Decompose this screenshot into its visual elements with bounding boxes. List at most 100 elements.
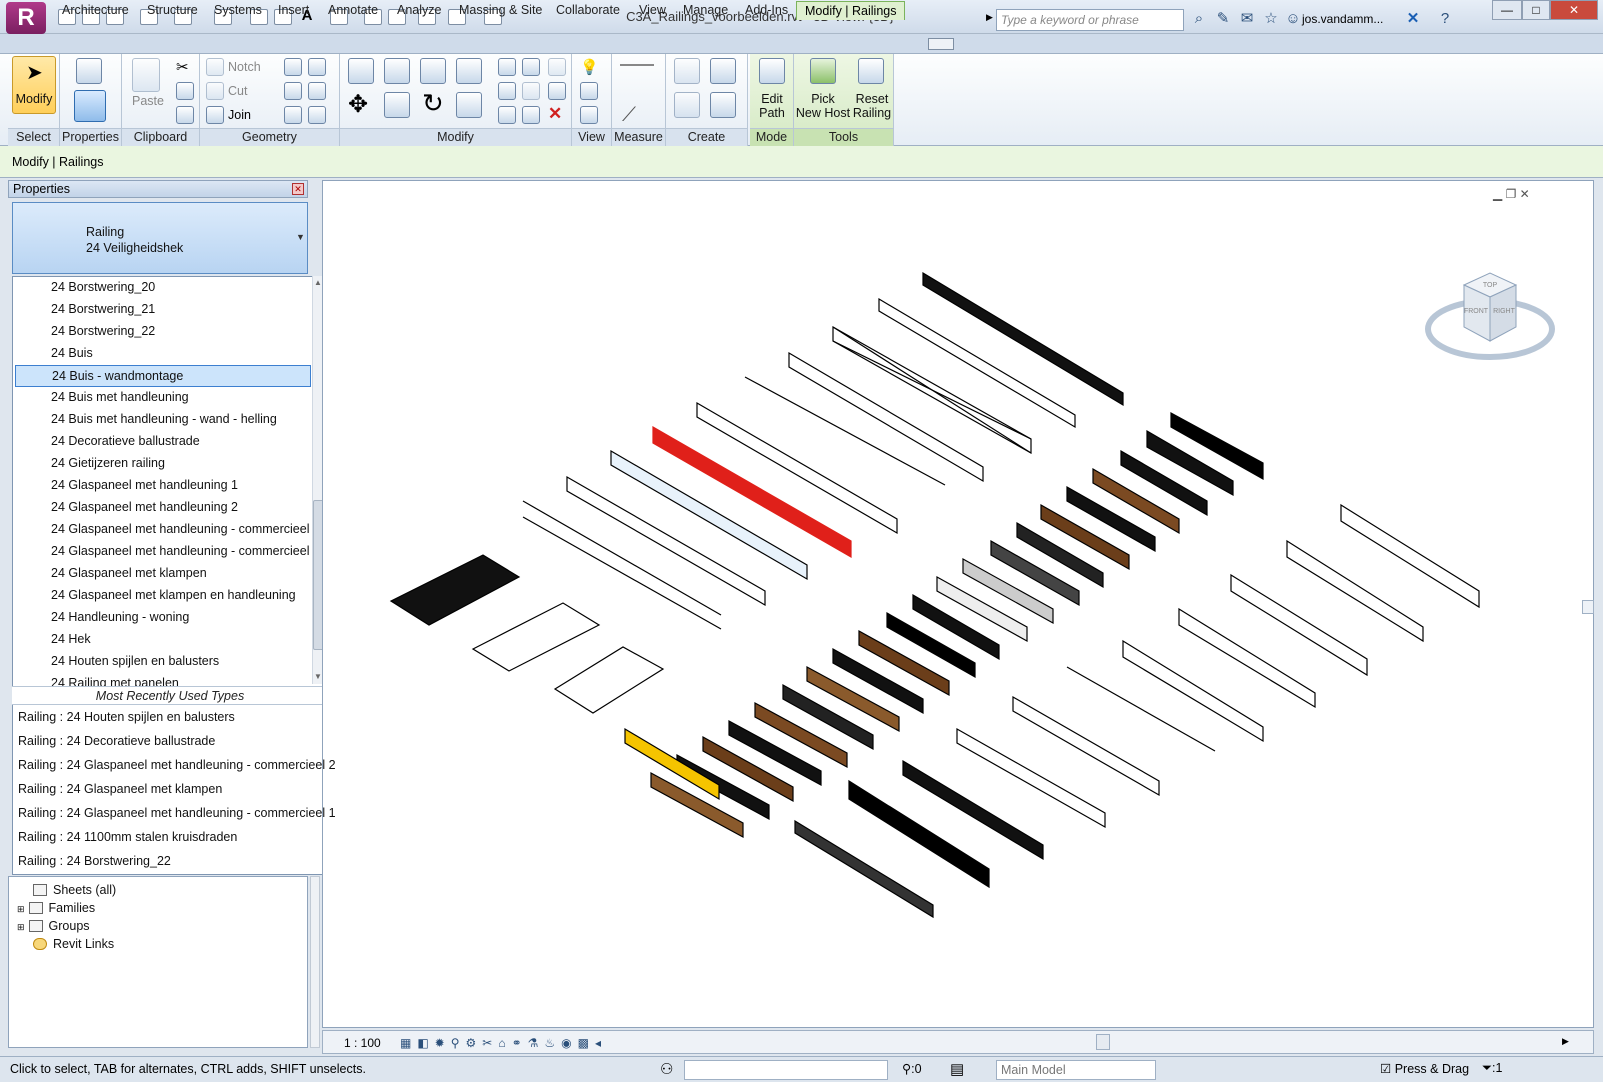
create-similar-icon[interactable] <box>710 92 736 118</box>
type-list-item[interactable]: 24 Glaspaneel met handleuning - commerci… <box>13 519 320 541</box>
properties-palette-icon[interactable] <box>74 90 106 122</box>
beam-joins-icon[interactable] <box>284 106 302 124</box>
type-list-item[interactable]: 24 Hek <box>13 629 313 651</box>
expand-search-icon[interactable]: ▶ <box>986 12 993 23</box>
communication-icon[interactable]: ✉ <box>1238 10 1256 28</box>
tab-manage[interactable]: Manage <box>675 1 736 20</box>
cut-clipboard-icon[interactable]: ✂ <box>176 58 189 76</box>
type-list-item[interactable]: 24 Gietijzeren railing <box>13 453 313 475</box>
align-icon[interactable] <box>348 58 374 84</box>
maximize-button[interactable]: □ <box>1522 0 1550 20</box>
type-list-item[interactable]: 24 Glaspaneel met handleuning 1 <box>13 475 313 497</box>
type-list-item[interactable]: 24 Buis <box>13 343 313 365</box>
scroll-up-icon[interactable]: ▲ <box>314 278 322 287</box>
mirror-draw-icon[interactable] <box>456 58 482 84</box>
tab-modify-railings[interactable]: Modify | Railings <box>796 1 906 20</box>
type-list-item[interactable]: 24 Buis met handleuning <box>13 387 313 409</box>
type-list-item[interactable]: 24 Borstwering_22 <box>13 321 313 343</box>
measure-between-icon[interactable] <box>620 64 654 66</box>
tab-collaborate[interactable]: Collaborate <box>548 1 628 20</box>
move-icon[interactable]: ✥ <box>348 90 368 119</box>
view-scale[interactable]: 1 : 100 <box>344 1036 381 1050</box>
railings-model-view[interactable] <box>323 181 1595 1029</box>
expand-icon[interactable]: ⊞ <box>17 904 25 914</box>
browser-item-sheets[interactable]: Sheets (all) <box>33 883 116 897</box>
tab-massing-site[interactable]: Massing & Site <box>451 1 550 20</box>
tab-insert[interactable]: Insert <box>270 1 317 20</box>
viewport-vscroll[interactable] <box>1582 600 1594 614</box>
override-graphics-icon[interactable] <box>580 82 598 100</box>
favorites-icon[interactable]: ☆ <box>1262 10 1280 28</box>
3d-viewport[interactable]: ▁ ❐ ✕ <box>322 180 1594 1028</box>
match-properties-icon[interactable] <box>176 106 194 124</box>
type-list-item[interactable]: 24 Buis met handleuning - wand - helling <box>13 409 313 431</box>
type-list-item[interactable]: 24 Glaspaneel met handleuning 2 <box>13 497 313 519</box>
pick-new-host-icon[interactable] <box>810 58 836 84</box>
tab-analyze[interactable]: Analyze <box>389 1 449 20</box>
tab-annotate[interactable]: Annotate <box>320 1 386 20</box>
binoculars-icon[interactable]: ⌕ <box>1190 10 1208 28</box>
tab-systems[interactable]: Systems <box>206 1 270 20</box>
type-list-item[interactable]: 24 Buis - wandmontage <box>15 365 311 387</box>
press-drag-toggle[interactable]: ☑ Press & Drag <box>1380 1061 1469 1076</box>
user-name[interactable]: jos.vandamm... <box>1302 12 1383 26</box>
scroll-down-icon[interactable]: ▼ <box>314 672 322 681</box>
scroll-right-icon[interactable]: ▶ <box>1562 1036 1569 1047</box>
ribbon-minimize-icon[interactable] <box>928 38 954 50</box>
wall-joins-icon[interactable] <box>284 82 302 100</box>
search-input[interactable]: Type a keyword or phrase <box>996 9 1184 31</box>
mirror-axis-icon[interactable] <box>420 58 446 84</box>
create-group-icon[interactable] <box>674 92 700 118</box>
close-button[interactable]: ✕ <box>1550 0 1598 20</box>
demolish-icon[interactable] <box>308 82 326 100</box>
minimize-button[interactable]: — <box>1492 0 1522 20</box>
notch-icon[interactable] <box>206 58 224 76</box>
mru-item[interactable]: Railing : 24 Glaspaneel met klampen <box>18 782 222 796</box>
split-icon[interactable] <box>498 58 516 76</box>
cut-geometry-icon[interactable] <box>206 82 224 100</box>
mru-item[interactable]: Railing : 24 Glaspaneel met handleuning … <box>18 806 336 820</box>
type-list-item[interactable]: 24 Borstwering_21 <box>13 299 313 321</box>
browser-item-families[interactable]: ⊞ Families <box>17 901 95 915</box>
worksets-icon[interactable]: ⚇ <box>660 1060 673 1078</box>
lightbulb-icon[interactable]: 💡 <box>580 58 599 76</box>
browser-scrollbar[interactable] <box>310 876 320 1048</box>
tab-view[interactable]: View <box>631 1 674 20</box>
split-gap-icon[interactable] <box>522 58 540 76</box>
hammer-icon[interactable] <box>308 106 326 124</box>
help-icon[interactable]: ? <box>1436 10 1454 28</box>
trim-multiple-icon[interactable] <box>522 106 540 124</box>
tab-structure[interactable]: Structure <box>139 1 206 20</box>
mru-item[interactable]: Railing : 24 Decoratieve ballustrade <box>18 734 215 748</box>
copy-modify-icon[interactable] <box>384 92 410 118</box>
close-properties-icon[interactable]: ✕ <box>292 183 304 195</box>
reset-railing-icon[interactable] <box>858 58 884 84</box>
edit-path-icon[interactable] <box>759 58 785 84</box>
mru-item[interactable]: Railing : 24 Glaspaneel met handleuning … <box>18 758 336 772</box>
type-list-item[interactable]: 24 Handleuning - woning <box>13 607 313 629</box>
subscription-icon[interactable]: ✎ <box>1214 10 1232 28</box>
tab-add-ins[interactable]: Add-Ins <box>737 1 796 20</box>
scale-icon[interactable] <box>522 82 540 100</box>
application-menu-button[interactable]: R <box>6 2 46 34</box>
viewcube[interactable]: TOP FRONT RIGHT <box>1420 255 1560 375</box>
type-properties-icon[interactable] <box>76 58 102 84</box>
type-list-item[interactable]: 24 Glaspaneel met klampen <box>13 563 313 585</box>
paint-icon[interactable] <box>308 58 326 76</box>
design-options-icon[interactable]: ▤ <box>950 1060 964 1078</box>
viewport-hscroll-thumb[interactable] <box>1096 1034 1110 1050</box>
mru-item[interactable]: Railing : 24 Borstwering_22 <box>18 854 171 868</box>
tab-architecture[interactable]: Architecture <box>54 1 137 20</box>
join-icon[interactable] <box>206 106 224 124</box>
paste-icon[interactable] <box>132 58 160 92</box>
exchange-icon[interactable]: ✕ <box>1404 10 1422 28</box>
type-list-item[interactable]: 24 Borstwering_20 <box>13 277 313 299</box>
trim-extend-icon[interactable] <box>456 92 482 118</box>
create-assembly-icon[interactable] <box>674 58 700 84</box>
delete-icon[interactable]: ✕ <box>548 104 562 124</box>
type-list-item[interactable]: 24 Glaspaneel met klampen en handleuning <box>13 585 313 607</box>
filter-button[interactable]: ⏷:1 <box>1482 1061 1502 1076</box>
chevron-down-icon[interactable]: ▼ <box>296 232 305 242</box>
user-icon[interactable]: ☺ <box>1284 10 1302 28</box>
copy-icon[interactable] <box>176 82 194 100</box>
